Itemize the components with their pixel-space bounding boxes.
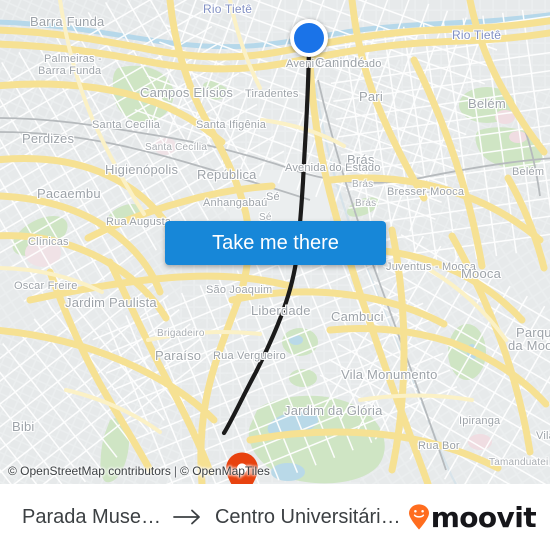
take-me-there-label: Take me there [212,231,339,254]
arrow-right-icon [173,509,203,525]
take-me-there-button[interactable]: Take me there [165,221,386,265]
moovit-pin-icon [408,504,429,530]
trip-destination-label: Centro Universitário Belas Artes d… [214,505,402,528]
footer-bar: Parada Muse… Centro Universitário Belas … [0,484,550,550]
attribution-separator: | [173,464,178,478]
trip-origin-label: Parada Muse… [22,505,161,528]
trip-summary[interactable]: Parada Muse… Centro Universitário Belas … [0,506,402,529]
moovit-wordmark: moovit [430,500,537,534]
origin-marker[interactable] [290,19,328,57]
map-canvas[interactable]: Barra Funda Rio Tietê Rio Tietê Avenida do … [0,0,550,484]
moovit-logo[interactable]: moovit [402,501,550,534]
osm-attribution-link[interactable]: © OpenStreetMap contributors [8,464,171,478]
moovit-trip-map-screen: Barra Funda Rio Tietê Rio Tietê Avenida do … [0,0,550,550]
map-attribution: © OpenStreetMap contributors | © OpenMapTi… [8,464,270,478]
openmaptiles-attribution-link[interactable]: © OpenMapTiles [180,464,270,478]
